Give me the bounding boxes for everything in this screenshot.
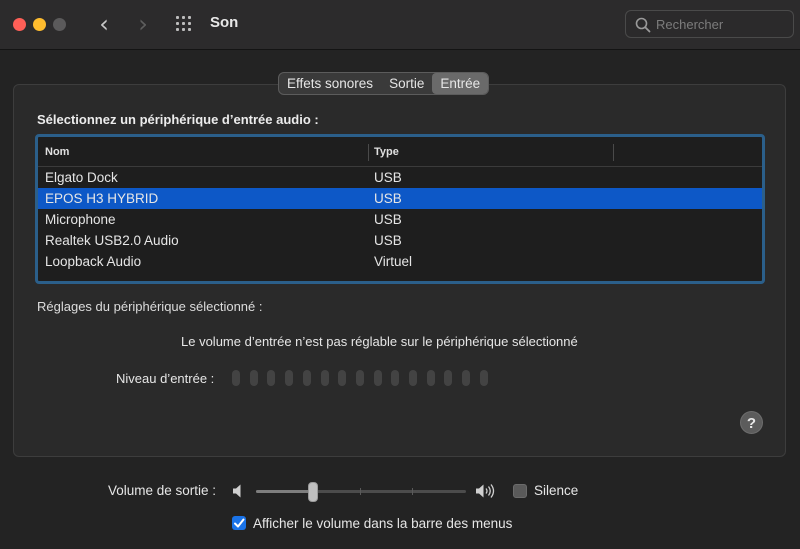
show-all-grid-icon[interactable] xyxy=(175,15,193,33)
column-divider xyxy=(613,144,614,161)
device-name-cell: Loopback Audio xyxy=(45,254,142,269)
table-row[interactable]: EPOS H3 HYBRID USB xyxy=(38,188,762,209)
device-type-cell: USB xyxy=(374,233,402,248)
search-icon xyxy=(635,17,651,33)
slider-tick xyxy=(360,488,361,495)
device-name-cell: EPOS H3 HYBRID xyxy=(45,191,159,206)
search-field[interactable] xyxy=(625,10,794,38)
device-name-cell: Microphone xyxy=(45,212,116,227)
level-segment xyxy=(409,370,417,386)
level-segment xyxy=(355,370,364,386)
tab-sortie[interactable]: Sortie xyxy=(381,73,432,94)
level-segment xyxy=(479,370,488,386)
level-segment xyxy=(267,370,276,386)
column-divider xyxy=(368,144,369,161)
slider-knob[interactable] xyxy=(308,482,318,502)
forward-chevron-icon[interactable]: › xyxy=(132,11,154,37)
device-type-cell: USB xyxy=(374,212,402,227)
device-name-cell: Elgato Dock xyxy=(45,170,118,185)
level-segment xyxy=(338,370,347,386)
checkmark-icon xyxy=(234,518,245,528)
input-level-label: Niveau d’entrée : xyxy=(116,371,215,386)
level-segment xyxy=(249,370,258,386)
device-type-cell: Virtuel xyxy=(374,254,413,269)
silence-label[interactable]: Silence xyxy=(534,483,578,498)
level-segment xyxy=(391,370,400,386)
minimize-window-button[interactable] xyxy=(33,18,46,31)
device-name-cell: Realtek USB2.0 Audio xyxy=(45,233,179,248)
device-table[interactable]: Nom Type Elgato Dock USB EPOS H3 HYBRID USB… xyxy=(35,134,765,284)
level-segment xyxy=(373,370,382,386)
tab-effets-sonores[interactable]: Effets sonores xyxy=(279,73,381,94)
close-window-button[interactable] xyxy=(13,18,26,31)
silence-checkbox[interactable] xyxy=(513,484,527,498)
level-segment xyxy=(426,370,435,386)
volume-note: Le volume d’entrée n’est pas réglable su… xyxy=(181,334,578,349)
tab-bar: Effets sonores Sortie Entrée xyxy=(278,72,490,95)
slider-fill xyxy=(256,490,313,493)
level-segment xyxy=(285,370,294,386)
tab-entree[interactable]: Entrée xyxy=(432,73,489,94)
speaker-high-icon xyxy=(476,484,495,498)
show-volume-in-menu-checkbox[interactable] xyxy=(232,516,246,530)
output-volume-label: Volume de sortie : xyxy=(108,483,217,498)
level-segment xyxy=(462,370,471,386)
device-type-cell: USB xyxy=(374,191,402,206)
zoom-window-button[interactable] xyxy=(53,18,66,31)
device-type-cell: USB xyxy=(374,170,402,185)
table-row[interactable]: Elgato Dock USB xyxy=(38,167,762,188)
title-bar: ‹ › Son xyxy=(0,0,800,50)
level-segment xyxy=(232,370,240,386)
back-chevron-icon[interactable]: ‹ xyxy=(93,11,115,37)
settings-label: Réglages du périphérique sélectionné : xyxy=(37,299,263,314)
output-volume-slider[interactable] xyxy=(256,482,466,502)
level-segment xyxy=(444,370,453,386)
search-input[interactable] xyxy=(656,11,791,37)
table-row[interactable]: Microphone USB xyxy=(38,209,762,230)
speaker-low-icon xyxy=(233,484,241,498)
table-header: Nom Type xyxy=(38,137,762,167)
column-header-name[interactable]: Nom xyxy=(45,146,69,158)
level-segment xyxy=(302,370,311,386)
table-row[interactable]: Loopback Audio Virtuel xyxy=(38,251,762,272)
window-title: Son xyxy=(210,14,239,31)
show-volume-in-menu-label[interactable]: Afficher le volume dans la barre des men… xyxy=(253,516,512,531)
help-button[interactable]: ? xyxy=(740,411,763,434)
level-segment xyxy=(320,370,329,386)
section-title: Sélectionnez un périphérique d’entrée au… xyxy=(37,112,319,127)
table-row[interactable]: Realtek USB2.0 Audio USB xyxy=(38,230,762,251)
column-header-type[interactable]: Type xyxy=(374,146,399,158)
slider-tick xyxy=(412,488,413,495)
